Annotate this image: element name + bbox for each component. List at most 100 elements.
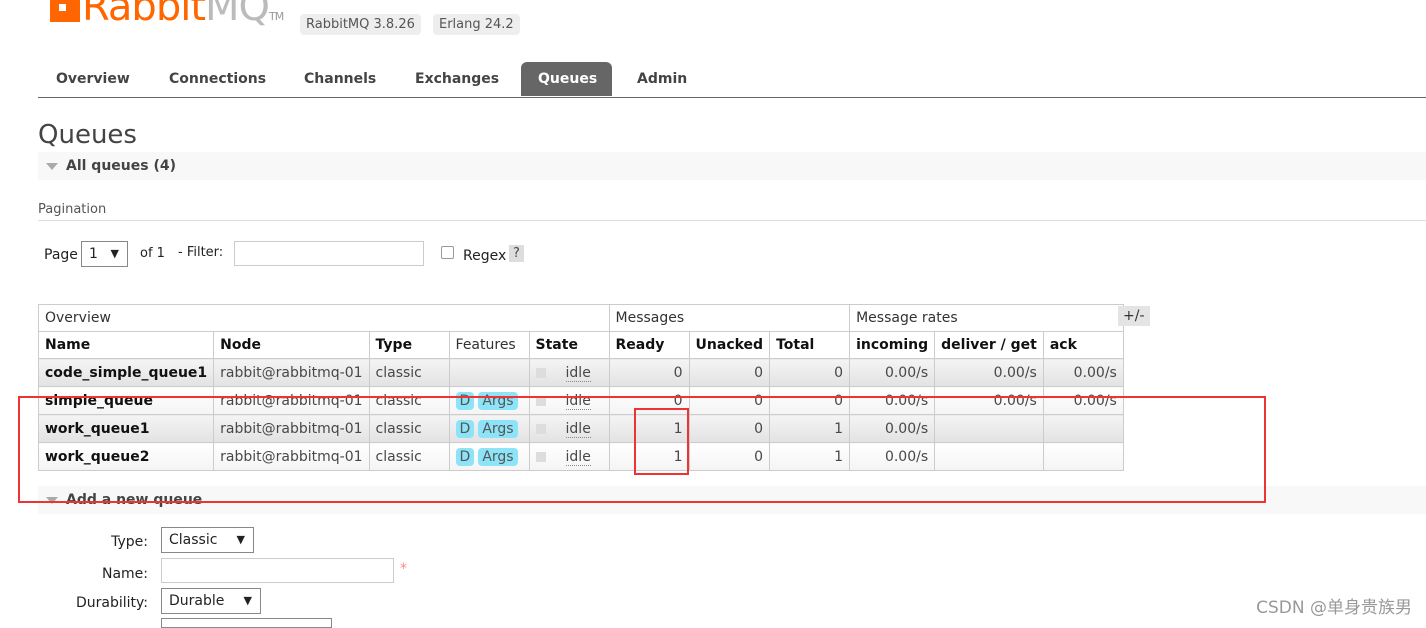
total-cell: 1 [769,414,851,443]
node-cell: rabbit@rabbitmq-01 [213,386,370,415]
features-cell: D Args [448,386,530,415]
add-queue-toggle[interactable]: Add a new queue [38,486,1426,514]
queue-name-link[interactable]: simple_queue [37,386,215,415]
col-deliver-get[interactable]: deliver / get [934,331,1044,359]
watermark: CSDN @单身贵族男 [1256,598,1412,618]
incoming-cell: 0.00/s [849,442,936,471]
col-name[interactable]: Name [37,331,215,359]
divider [38,220,1426,221]
col-ready[interactable]: Ready [608,331,690,359]
filter-input[interactable] [234,241,424,266]
chevron-down-icon: ▼ [110,247,119,260]
page-title: Queues [38,120,137,150]
col-type[interactable]: Type [368,331,450,359]
ready-cell: 0 [608,358,690,387]
rabbitmq-logo: RabbitMQTM [50,0,284,30]
ready-cell: 1 [608,414,690,443]
features-cell: D Args [448,442,530,471]
deliver-get-cell: 0.00/s [934,386,1044,415]
unacked-cell: 0 [688,386,771,415]
table-row[interactable]: code_simple_queue1 rabbit@rabbitmq-01 cl… [37,358,1124,387]
erlang-badge: Erlang 24.2 [433,14,520,35]
logo-mark-icon [50,0,80,22]
help-button[interactable]: ? [509,245,524,262]
page-value: 1 [89,246,98,262]
unacked-cell: 0 [688,358,771,387]
auto-delete-select[interactable] [161,618,332,628]
col-state[interactable]: State [528,331,610,359]
total-cell: 1 [769,442,851,471]
table-row[interactable]: work_queue1 rabbit@rabbitmq-01 classic D… [37,414,1124,443]
queues-table: Overview Messages Message rates Name Nod… [37,304,1124,471]
state-text: idle [565,420,591,438]
tab-exchanges[interactable]: Exchanges [398,62,516,96]
state-cell: idle [528,442,610,471]
page-of: of 1 [140,246,165,261]
col-incoming[interactable]: incoming [849,331,936,359]
feature-badge: D [455,391,475,410]
type-cell: classic [368,386,450,415]
state-indicator-icon [535,423,546,434]
incoming-cell: 0.00/s [849,414,936,443]
tab-admin[interactable]: Admin [620,62,704,96]
incoming-cell: 0.00/s [849,358,936,387]
columns-toggle-button[interactable]: +/- [1118,306,1150,326]
tab-queues[interactable]: Queues [521,62,612,96]
deliver-get-cell [934,414,1044,443]
group-overview: Overview [38,304,610,332]
feature-badge: D [455,419,475,438]
type-cell: classic [368,414,450,443]
queue-name-link[interactable]: work_queue2 [37,442,215,471]
state-cell: idle [528,414,610,443]
queue-name-input[interactable] [161,558,394,583]
node-cell: rabbit@rabbitmq-01 [213,414,370,443]
col-features: Features [448,331,530,359]
feature-badge: Args [478,391,518,410]
state-indicator-icon [535,395,546,406]
ready-cell: 1 [608,442,690,471]
all-queues-toggle[interactable]: All queues (4) [38,152,1426,180]
chevron-down-icon: ▼ [236,533,245,546]
tab-connections[interactable]: Connections [152,62,283,96]
logo-text: Rabbit [82,0,206,30]
required-marker: * [400,561,407,577]
type-label: Type: [111,534,148,550]
queue-name-link[interactable]: code_simple_queue1 [37,358,215,387]
table-row[interactable]: work_queue2 rabbit@rabbitmq-01 classic D… [37,442,1124,471]
col-ack[interactable]: ack [1042,331,1124,359]
unacked-cell: 0 [688,414,771,443]
chevron-down-icon: ▼ [243,594,252,607]
tab-overview[interactable]: Overview [39,62,147,96]
node-cell: rabbit@rabbitmq-01 [213,442,370,471]
page-label: Page [44,247,78,263]
ready-cell: 0 [608,386,690,415]
feature-badge: Args [478,419,518,438]
logo-text-mq: MQ [205,0,270,30]
page-select[interactable]: 1 ▼ [81,241,128,267]
name-label: Name: [101,566,148,582]
state-indicator-icon [535,451,546,462]
type-select[interactable]: Classic ▼ [161,527,254,553]
ack-cell [1042,442,1124,471]
state-indicator-icon [535,367,546,378]
table-row[interactable]: simple_queue rabbit@rabbitmq-01 classic … [37,386,1124,415]
tab-channels[interactable]: Channels [287,62,393,96]
section-title: Add a new queue [66,492,203,508]
feature-badge: D [455,447,475,466]
durability-select[interactable]: Durable ▼ [161,588,261,614]
feature-badge: Args [478,447,518,466]
state-text: idle [565,448,591,466]
regex-checkbox[interactable] [441,246,454,259]
durability-value: Durable [169,593,225,609]
regex-label: Regex [463,248,507,264]
col-total[interactable]: Total [769,331,851,359]
pagination-label: Pagination [38,202,107,217]
col-unacked[interactable]: Unacked [688,331,771,359]
section-title: All queues (4) [66,158,176,174]
unacked-cell: 0 [688,442,771,471]
type-value: Classic [169,532,218,548]
ack-cell: 0.00/s [1042,358,1124,387]
queue-name-link[interactable]: work_queue1 [37,414,215,443]
version-badge: RabbitMQ 3.8.26 [300,14,421,35]
col-node[interactable]: Node [213,331,370,359]
